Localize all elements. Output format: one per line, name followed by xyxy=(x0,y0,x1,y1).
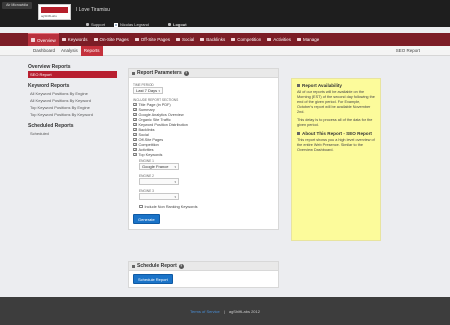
nav-overview[interactable]: Overview xyxy=(28,33,59,46)
generate-button[interactable]: Generate xyxy=(133,214,160,224)
about-heading: About This Report - SEO Report xyxy=(297,131,375,136)
main-nav: Overview Keywords On-Site Pages Off-Site… xyxy=(0,33,450,46)
engine3-select[interactable]: ▾ xyxy=(139,193,179,200)
sidebar-item-top-by-engine[interactable]: Top Keyword Positions By Engine xyxy=(28,104,117,111)
help-icon[interactable]: ? xyxy=(178,263,184,269)
availability-heading: Report Availability xyxy=(297,83,375,88)
avatar xyxy=(114,22,118,27)
activity-icon xyxy=(267,37,272,42)
link-icon xyxy=(200,37,205,42)
clock-icon xyxy=(297,84,300,87)
logo[interactable]: agShiftLabs xyxy=(38,4,71,20)
nav-backlinks[interactable]: Backlinks xyxy=(197,33,228,46)
chevron-down-icon: ▾ xyxy=(174,194,176,199)
footer: Terms of Service | agShiftLabs 2012 xyxy=(0,297,450,325)
dashboard-icon xyxy=(31,38,35,42)
page-title: SEO Report xyxy=(395,48,420,53)
checkbox[interactable]: ✓ xyxy=(133,137,137,142)
schedule-report-button[interactable]: Schedule Report xyxy=(133,274,173,284)
chevron-down-icon: ▾ xyxy=(158,88,160,93)
scheduled-reports-heading: Scheduled Reports xyxy=(28,123,74,129)
info-icon xyxy=(297,132,300,135)
nav-activities[interactable]: Activities xyxy=(264,33,294,46)
keyword-reports-heading: Keyword Reports xyxy=(28,83,70,89)
checkbox[interactable]: ✓ xyxy=(133,142,137,147)
logout-link[interactable]: Logout xyxy=(168,22,187,27)
question-icon xyxy=(86,23,89,26)
checkbox[interactable]: ✓ xyxy=(133,102,137,107)
terms-link[interactable]: Terms of Service xyxy=(190,309,220,314)
sidebar-item-all-by-engine[interactable]: All Keyword Positions By Engine xyxy=(28,90,117,97)
checkbox[interactable]: ✓ xyxy=(133,132,137,137)
sidebar-item-seo-report[interactable]: SEO Report xyxy=(28,71,117,78)
engine2-select[interactable]: ▾ xyxy=(139,178,179,185)
panel-header: Schedule Report ? xyxy=(129,262,278,271)
schedule-report-panel: Schedule Report ? Schedule Report xyxy=(128,261,279,288)
about-text: This report shows you a high level overv… xyxy=(297,138,375,152)
non-ranking-checkbox[interactable]: Include Non Ranking Keywords xyxy=(139,204,274,209)
page-icon xyxy=(93,37,98,42)
logo-mark xyxy=(41,7,68,13)
logo-text: agShiftLabs xyxy=(41,14,57,18)
user-menu[interactable]: Nicolas Legrand xyxy=(114,22,149,27)
section-checkbox[interactable]: ✓ Top Keywords xyxy=(133,152,274,157)
panel-header: Report Parameters ? xyxy=(129,69,278,78)
help-icon[interactable]: ? xyxy=(183,70,189,76)
engine1-select[interactable]: Google France ▾ xyxy=(139,163,179,170)
external-page-icon xyxy=(134,37,139,42)
checkbox[interactable]: ✓ xyxy=(133,147,137,152)
overview-reports-heading: Overview Reports xyxy=(28,64,71,70)
copyright: agShiftLabs 2012 xyxy=(228,308,260,314)
nav-off-site-pages[interactable]: Off-Site Pages xyxy=(132,33,173,46)
top-bar: Air Microwidia agShiftLabs I Love Tirami… xyxy=(0,0,450,27)
manage-icon xyxy=(297,37,302,42)
availability-text: All of our reports will be available on … xyxy=(297,90,375,114)
checkbox[interactable]: ✓ xyxy=(133,107,137,112)
checkbox[interactable]: ✓ xyxy=(133,152,137,157)
availability-delay-text: This delay is to process all of the data… xyxy=(297,118,373,127)
sub-nav: Dashboard Analysis Reports SEO Report xyxy=(0,46,450,56)
chevron-down-icon: ▾ xyxy=(174,164,176,169)
calendar-icon xyxy=(132,264,135,268)
sidebar-item-scheduled[interactable]: Scheduled xyxy=(28,130,117,137)
key-icon xyxy=(61,37,66,42)
report-info-note: Report Availability All of our reports w… xyxy=(291,78,381,241)
chevron-down-icon: ▾ xyxy=(174,179,176,184)
checkbox[interactable]: ✓ xyxy=(133,127,137,132)
time-period-select[interactable]: Last 7 Days ▾ xyxy=(133,87,163,94)
list-icon xyxy=(132,71,135,75)
nav-social[interactable]: Social xyxy=(173,33,197,46)
checkbox[interactable] xyxy=(139,204,143,209)
sidebar-item-all-by-keyword[interactable]: All Keyword Positions By Keyword xyxy=(28,97,117,104)
site-selector[interactable]: I Love Tiramisu xyxy=(76,7,110,13)
reports-sidebar: Overview Reports SEO Report Keyword Repo… xyxy=(28,64,117,137)
support-link[interactable]: Support xyxy=(86,22,105,27)
tab-analysis[interactable]: Analysis xyxy=(58,46,81,56)
nav-competition[interactable]: Competition xyxy=(228,33,264,46)
checkbox[interactable]: ✓ xyxy=(133,117,137,122)
nav-manage[interactable]: Manage xyxy=(294,33,322,46)
report-parameters-panel: Report Parameters ? Time Period Last 7 D… xyxy=(128,68,279,230)
checkbox[interactable]: ✓ xyxy=(133,112,137,117)
competition-icon xyxy=(231,37,236,42)
sidebar-item-top-by-keyword[interactable]: Top Keyword Positions By Keyword xyxy=(28,111,117,118)
power-icon xyxy=(168,23,171,26)
tab-reports[interactable]: Reports xyxy=(80,46,103,56)
social-icon xyxy=(175,37,180,42)
tab-dashboard[interactable]: Dashboard xyxy=(30,46,58,56)
checkbox[interactable]: ✓ xyxy=(133,122,137,127)
nav-keywords[interactable]: Keywords xyxy=(59,33,91,46)
nav-on-site-pages[interactable]: On-Site Pages xyxy=(91,33,132,46)
account-badge[interactable]: Air Microwidia xyxy=(2,2,32,9)
